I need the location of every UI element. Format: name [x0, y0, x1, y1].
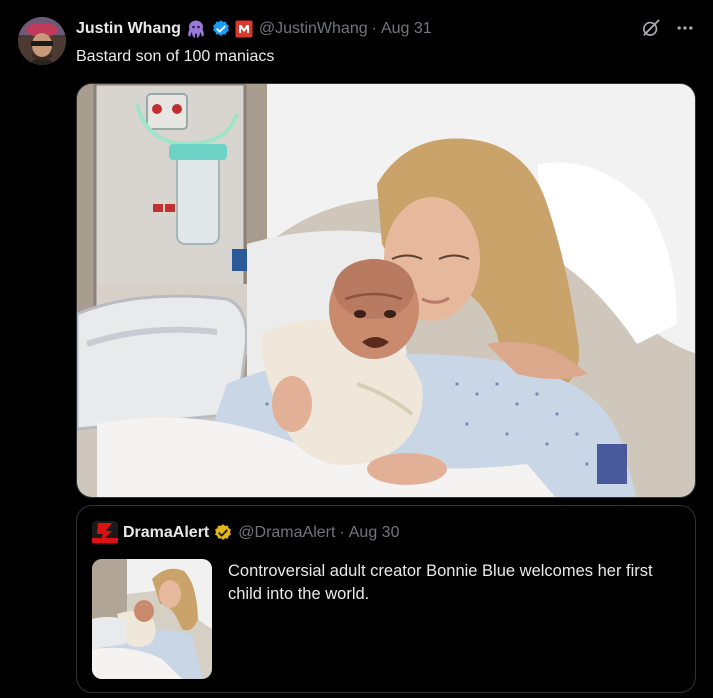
display-name[interactable]: Justin Whang [76, 20, 181, 38]
tweet-date[interactable]: Aug 31 [381, 20, 432, 38]
grok-icon[interactable] [641, 18, 661, 43]
quoted-tweet-header: DramaAlert @DramaAlert · Aug 30 [92, 521, 400, 545]
tweet-actions [641, 18, 695, 43]
quoted-date[interactable]: Aug 30 [349, 524, 400, 542]
avatar[interactable] [18, 17, 66, 65]
tweet[interactable]: Justin Whang @JustinWhang · Aug 31 Basta… [0, 0, 713, 698]
tweet-header: Justin Whang @JustinWhang · Aug 31 [76, 17, 432, 41]
verified-gold-badge-icon[interactable] [213, 523, 233, 543]
tweet-image[interactable] [76, 83, 696, 498]
quoted-avatar[interactable] [92, 521, 118, 545]
separator-dot: · [339, 524, 345, 541]
affiliate-badge-icon[interactable] [235, 20, 253, 38]
quoted-handle[interactable]: @DramaAlert [238, 524, 335, 542]
verified-badge-icon[interactable] [211, 19, 231, 39]
more-icon[interactable] [675, 18, 695, 43]
user-handle[interactable]: @JustinWhang [259, 20, 368, 38]
separator-dot: · [371, 20, 377, 37]
octopus-icon [185, 19, 207, 39]
quoted-image-thumbnail[interactable] [92, 559, 212, 679]
quoted-tweet[interactable]: DramaAlert @DramaAlert · Aug 30 Controve… [76, 505, 696, 693]
tweet-text: Bastard son of 100 maniacs [76, 48, 275, 65]
quoted-tweet-text: Controversial adult creator Bonnie Blue … [228, 562, 653, 603]
quoted-display-name[interactable]: DramaAlert [123, 524, 209, 542]
